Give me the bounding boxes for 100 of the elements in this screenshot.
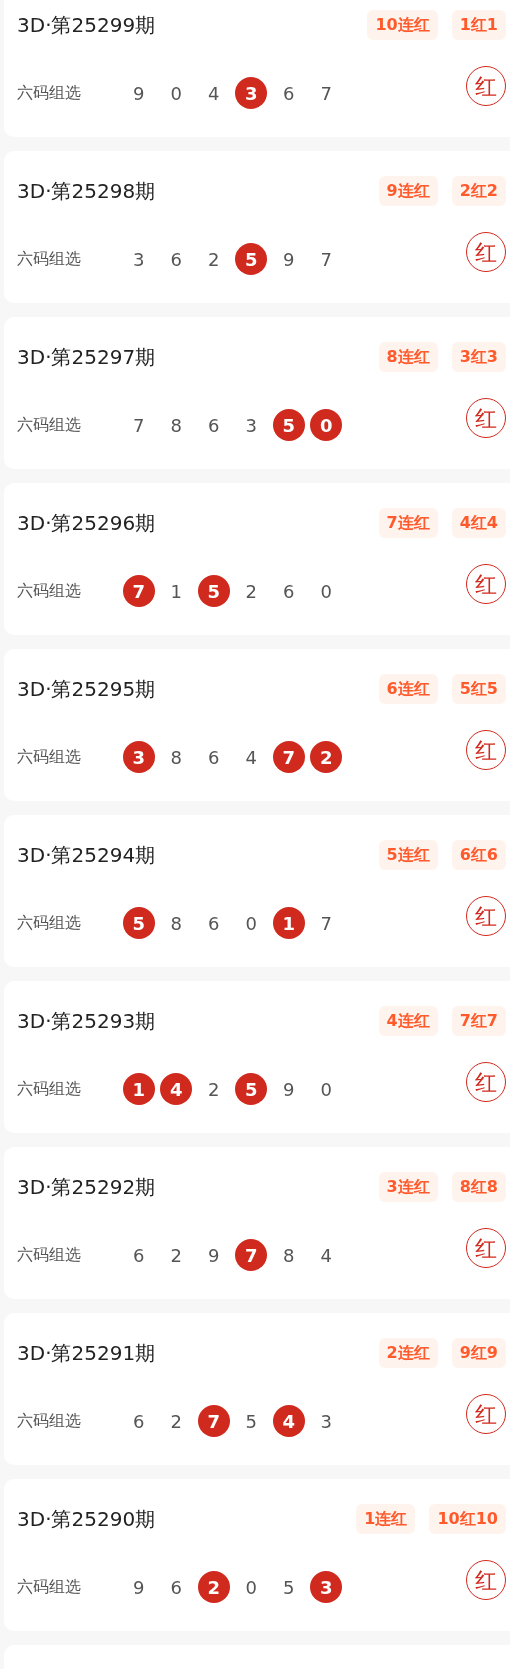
hit-number: 3 xyxy=(310,1571,343,1603)
number: 9 xyxy=(282,247,296,272)
number: 7 xyxy=(319,81,333,106)
number: 7 xyxy=(319,247,333,272)
play-type: 六码组选 xyxy=(17,912,82,934)
number: 2 xyxy=(244,579,258,604)
hit-number: 7 xyxy=(272,741,305,773)
record-tag: 9红9 xyxy=(451,1338,506,1368)
play-type: 六码组选 xyxy=(17,1244,82,1266)
number: 5 xyxy=(282,1575,296,1600)
number: 4 xyxy=(319,1243,333,1268)
play-type: 六码组选 xyxy=(17,248,82,270)
play-type: 六码组选 xyxy=(17,82,82,104)
issue-title: 3D·第25294期 xyxy=(17,842,156,869)
number: 0 xyxy=(169,81,183,106)
hit-number: 2 xyxy=(310,741,343,773)
number: 8 xyxy=(169,745,183,770)
number: 9 xyxy=(207,1243,221,1268)
record-tag: 4红4 xyxy=(451,508,506,538)
hit-number: 7 xyxy=(122,575,155,607)
number: 9 xyxy=(282,1077,296,1102)
record-tag: 6红6 xyxy=(451,840,506,870)
record-tag: 2红2 xyxy=(451,176,506,206)
number: 2 xyxy=(169,1409,183,1434)
number: 6 xyxy=(169,1575,183,1600)
number: 6 xyxy=(282,81,296,106)
hit-number: 1 xyxy=(272,907,305,939)
play-type: 六码组选 xyxy=(17,1078,82,1100)
number: 8 xyxy=(282,1243,296,1268)
number: 6 xyxy=(207,911,221,936)
number: 4 xyxy=(207,81,221,106)
number: 6 xyxy=(132,1409,146,1434)
number: 2 xyxy=(207,1077,221,1102)
number: 0 xyxy=(244,1575,258,1600)
hit-number: 1 xyxy=(122,1073,155,1105)
number: 0 xyxy=(319,579,333,604)
hit-number: 4 xyxy=(160,1073,193,1105)
hit-number: 0 xyxy=(310,409,343,441)
record-tag: 10红10 xyxy=(429,1504,506,1534)
number: 0 xyxy=(244,911,258,936)
number: 2 xyxy=(169,1243,183,1268)
hit-number: 5 xyxy=(235,1073,268,1105)
play-type: 六码组选 xyxy=(17,580,82,602)
number: 2 xyxy=(207,247,221,272)
streak-tag: 1连红 xyxy=(356,1504,416,1534)
issue-title: 3D·第25298期 xyxy=(17,178,156,205)
number: 3 xyxy=(132,247,146,272)
number: 6 xyxy=(282,579,296,604)
hit-number: 5 xyxy=(197,575,230,607)
issue-title: 3D·第25290期 xyxy=(17,1506,156,1533)
number: 6 xyxy=(207,745,221,770)
number: 6 xyxy=(132,1243,146,1268)
number: 8 xyxy=(169,911,183,936)
number: 7 xyxy=(132,413,146,438)
play-type: 六码组选 xyxy=(17,746,82,768)
hit-number: 5 xyxy=(235,243,268,275)
number: 7 xyxy=(319,911,333,936)
play-type: 六码组选 xyxy=(17,414,82,436)
number: 0 xyxy=(319,1077,333,1102)
streak-tag: 3连红 xyxy=(378,1172,438,1202)
record-tag: 7红7 xyxy=(451,1006,506,1036)
number: 8 xyxy=(169,413,183,438)
number: 3 xyxy=(244,413,258,438)
issue-title: 3D·第25291期 xyxy=(17,1340,156,1367)
number: 4 xyxy=(244,745,258,770)
number: 6 xyxy=(207,413,221,438)
number: 9 xyxy=(132,81,146,106)
issue-title: 3D·第25296期 xyxy=(17,510,156,537)
streak-tag: 6连红 xyxy=(378,674,438,704)
streak-tag: 2连红 xyxy=(378,1338,438,1368)
hit-number: 7 xyxy=(197,1405,230,1437)
number: 3 xyxy=(319,1409,333,1434)
streak-tag: 7连红 xyxy=(378,508,438,538)
issue-title: 3D·第25299期 xyxy=(17,12,156,39)
streak-tag: 10连红 xyxy=(367,10,438,40)
play-type: 六码组选 xyxy=(17,1576,82,1598)
issue-title: 3D·第25295期 xyxy=(17,676,156,703)
streak-tag: 4连红 xyxy=(378,1006,438,1036)
hit-number: 5 xyxy=(122,907,155,939)
number: 5 xyxy=(244,1409,258,1434)
issue-title: 3D·第25293期 xyxy=(17,1008,156,1035)
hit-number: 3 xyxy=(122,741,155,773)
record-tag: 8红8 xyxy=(451,1172,506,1202)
issue-title: 3D·第25297期 xyxy=(17,344,156,371)
number: 6 xyxy=(169,247,183,272)
issue-title: 3D·第25292期 xyxy=(17,1174,156,1201)
record-tag: 5红5 xyxy=(451,674,506,704)
play-type: 六码组选 xyxy=(17,1410,82,1432)
streak-tag: 9连红 xyxy=(378,176,438,206)
number: 1 xyxy=(169,579,183,604)
record-tag: 3红3 xyxy=(451,342,506,372)
hit-number: 3 xyxy=(235,77,268,109)
streak-tag: 5连红 xyxy=(378,840,438,870)
hit-number: 7 xyxy=(235,1239,268,1271)
hit-number: 4 xyxy=(272,1405,305,1437)
number: 9 xyxy=(132,1575,146,1600)
record-tag: 1红1 xyxy=(451,10,506,40)
hit-number: 2 xyxy=(197,1571,230,1603)
streak-tag: 8连红 xyxy=(378,342,438,372)
hit-number: 5 xyxy=(272,409,305,441)
